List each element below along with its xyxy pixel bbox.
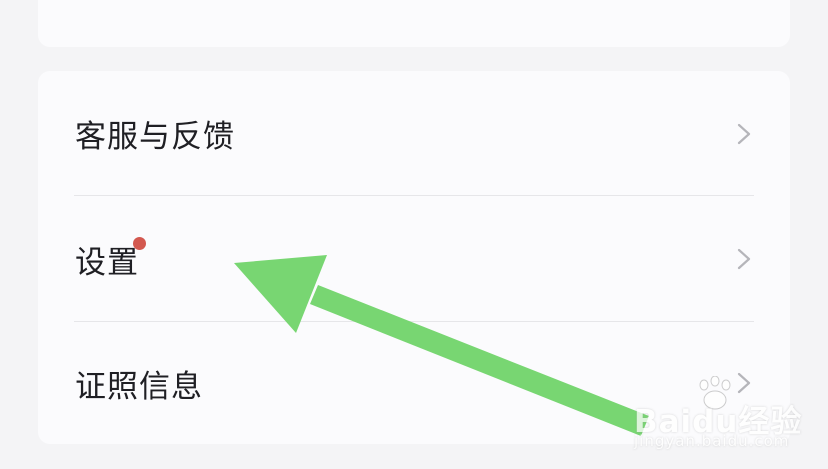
settings-page: 客服与反馈 设置 证照信息 Baidu经验 jingyan.baidu.com [0, 0, 828, 469]
baidu-jingyan-watermark: Baidu经验 jingyan.baidu.com [628, 372, 818, 462]
menu-item-feedback[interactable]: 客服与反馈 [38, 71, 790, 196]
menu-item-label: 客服与反馈 [75, 119, 235, 155]
chevron-right-icon [737, 123, 751, 144]
menu-item-label: 证照信息 [75, 368, 203, 405]
notification-badge [133, 237, 146, 250]
menu-item-label: 设置 [75, 244, 139, 281]
top-card [38, 0, 790, 47]
watermark-url: jingyan.baidu.com [634, 432, 790, 450]
menu-item-settings[interactable]: 设置 [38, 196, 790, 322]
chevron-right-icon [737, 248, 751, 270]
